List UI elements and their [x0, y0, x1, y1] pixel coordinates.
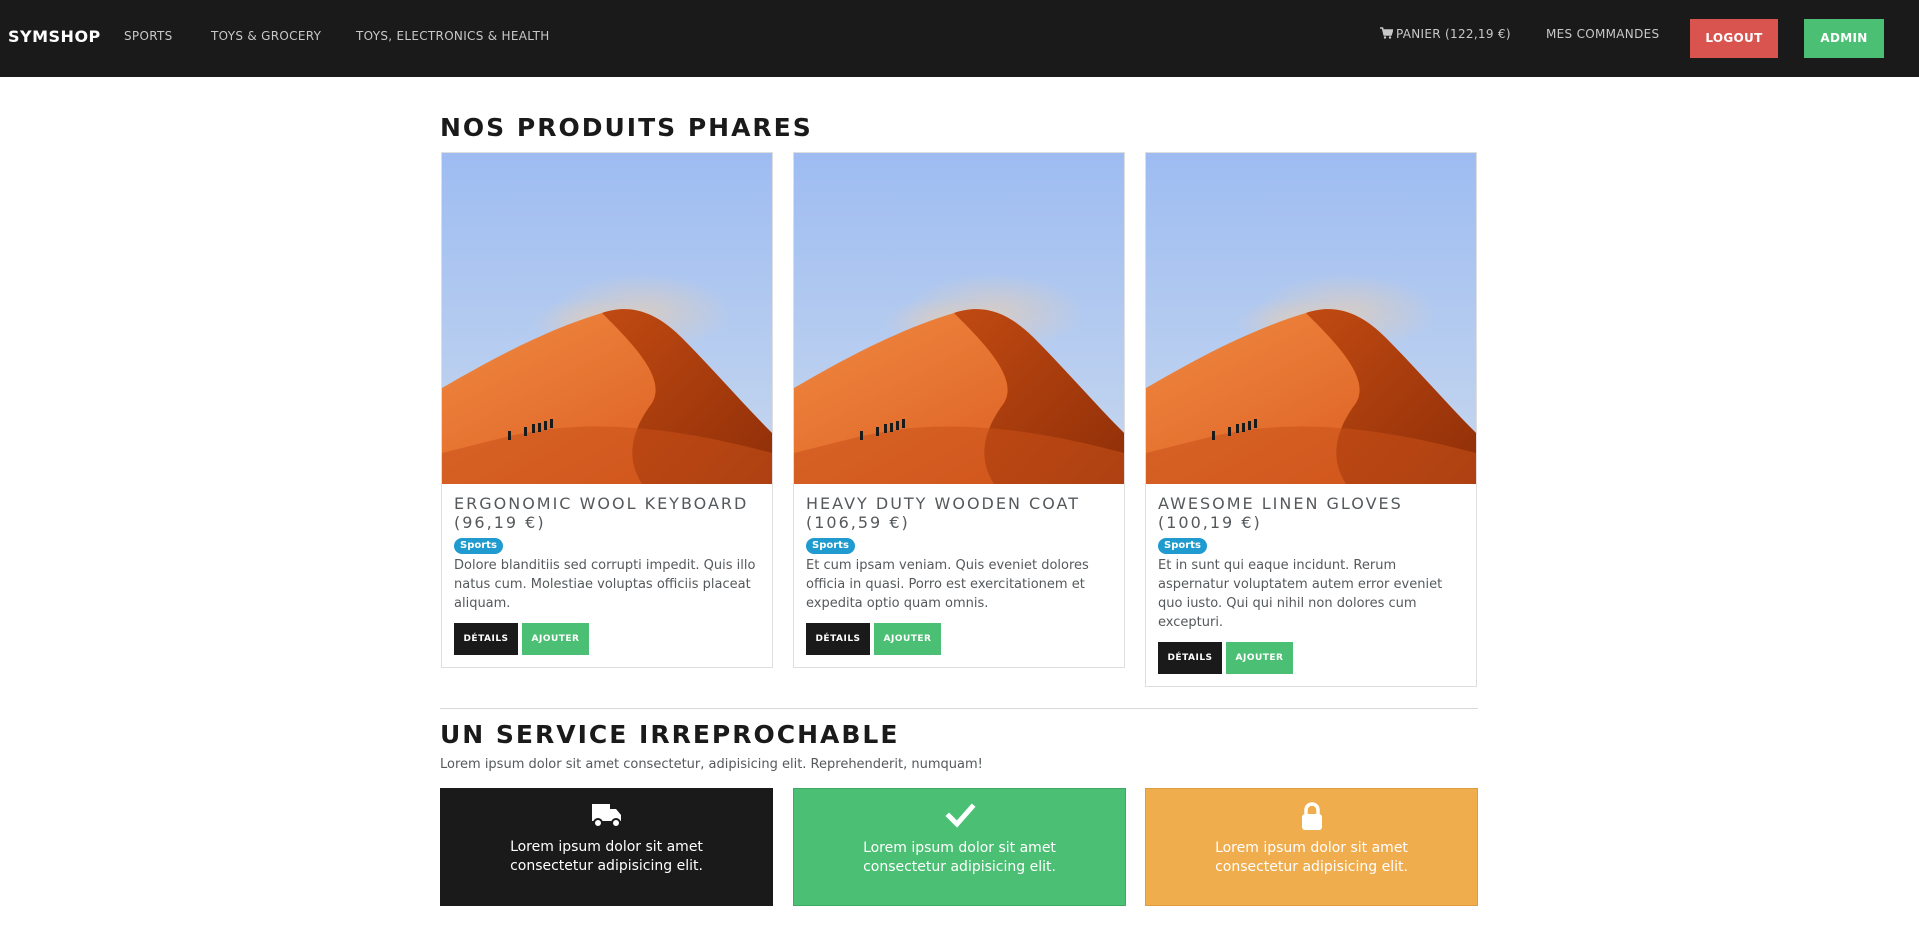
nav-link-sports[interactable]: SPORTS	[124, 29, 173, 43]
top-navbar: SYMSHOP SPORTS TOYS & GROCERY TOYS, ELEC…	[0, 0, 1919, 77]
category-badge: Sports	[1158, 538, 1207, 554]
product-image[interactable]	[442, 153, 772, 484]
truck-icon	[591, 804, 621, 828]
cart-icon	[1380, 27, 1393, 39]
add-to-cart-button[interactable]: AJOUTER	[874, 623, 941, 655]
section-divider	[440, 708, 1478, 709]
feature-box-security: Lorem ipsum dolor sit amet consectetur a…	[1145, 788, 1478, 906]
feature-text: Lorem ipsum dolor sit amet consectetur a…	[863, 840, 1056, 875]
checkmark-icon	[944, 803, 976, 828]
cart-link[interactable]: PANIER (122,19 €)	[1380, 27, 1511, 41]
service-title: UN SERVICE IRREPROCHABLE	[440, 720, 900, 749]
admin-button[interactable]: ADMIN	[1804, 19, 1884, 58]
category-badge: Sports	[806, 538, 855, 554]
lock-icon	[1301, 802, 1322, 830]
add-to-cart-button[interactable]: AJOUTER	[1226, 642, 1293, 674]
details-button[interactable]: DÉTAILS	[1158, 642, 1222, 674]
nav-link-toys-grocery[interactable]: TOYS & GROCERY	[211, 29, 321, 43]
service-lead: Lorem ipsum dolor sit amet consectetur, …	[440, 757, 983, 772]
feature-text: Lorem ipsum dolor sit amet consectetur a…	[1215, 840, 1408, 875]
nav-link-toys-electronics-health[interactable]: TOYS, ELECTRONICS & HEALTH	[356, 29, 550, 43]
featured-products-title: NOS PRODUITS PHARES	[440, 113, 813, 142]
product-description: Dolore blanditiis sed corrupti impedit. …	[454, 558, 756, 611]
product-card: HEAVY DUTY WOODEN COAT (106,59 €) Sports…	[793, 152, 1125, 668]
logout-button[interactable]: LOGOUT	[1690, 19, 1778, 58]
details-button[interactable]: DÉTAILS	[806, 623, 870, 655]
product-title[interactable]: HEAVY DUTY WOODEN COAT (106,59 €)	[806, 494, 1112, 532]
product-description: Et cum ipsam veniam. Quis eveniet dolore…	[806, 558, 1089, 611]
brand-logo[interactable]: SYMSHOP	[8, 27, 101, 46]
add-to-cart-button[interactable]: AJOUTER	[522, 623, 589, 655]
feature-box-delivery: Lorem ipsum dolor sit amet consectetur a…	[440, 788, 773, 906]
feature-text: Lorem ipsum dolor sit amet consectetur a…	[510, 839, 703, 874]
product-title[interactable]: AWESOME LINEN GLOVES (100,19 €)	[1158, 494, 1464, 532]
category-badge: Sports	[454, 538, 503, 554]
feature-box-quality: Lorem ipsum dolor sit amet consectetur a…	[793, 788, 1126, 906]
product-image[interactable]	[794, 153, 1124, 484]
my-orders-link[interactable]: MES COMMANDES	[1546, 27, 1659, 41]
product-card: AWESOME LINEN GLOVES (100,19 €) Sports E…	[1145, 152, 1477, 687]
product-card: ERGONOMIC WOOL KEYBOARD (96,19 €) Sports…	[441, 152, 773, 668]
product-image[interactable]	[1146, 153, 1476, 484]
cart-label: PANIER (122,19 €)	[1396, 27, 1511, 41]
product-title[interactable]: ERGONOMIC WOOL KEYBOARD (96,19 €)	[454, 494, 760, 532]
product-description: Et in sunt qui eaque incidunt. Rerum asp…	[1158, 558, 1443, 630]
details-button[interactable]: DÉTAILS	[454, 623, 518, 655]
